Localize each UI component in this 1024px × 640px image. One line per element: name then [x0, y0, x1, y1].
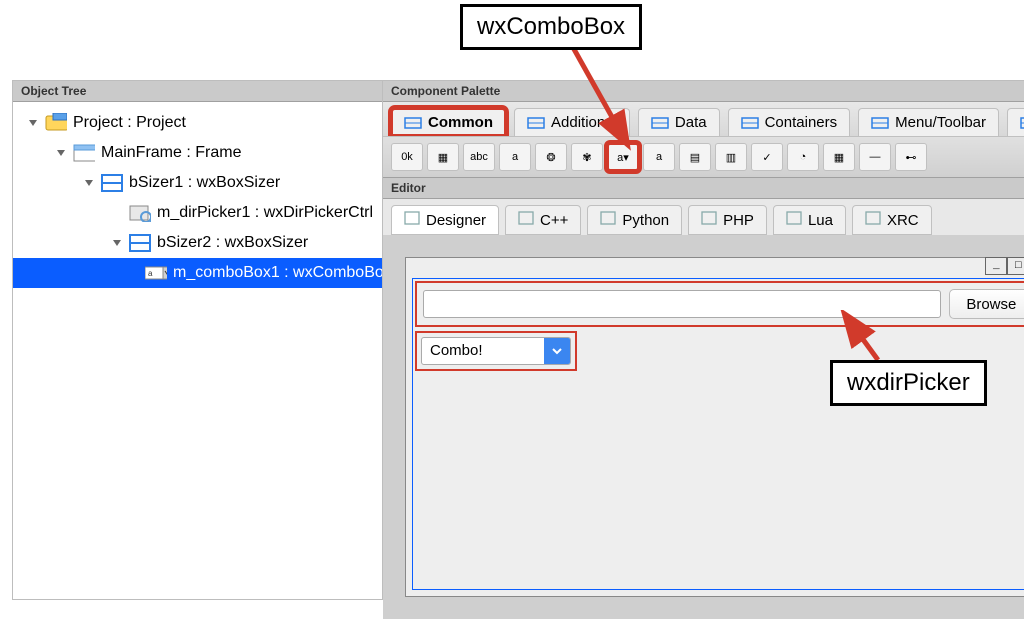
sizer-icon [129, 234, 151, 252]
palette-tab-label: Common [428, 114, 493, 131]
tree-item[interactable]: m_dirPicker1 : wxDirPickerCtrl [13, 198, 382, 228]
designer-canvas[interactable]: _ □ X Browse Combo! [383, 235, 1024, 619]
textbox-icon[interactable]: a [499, 143, 531, 171]
editor-tab[interactable]: PHP [688, 205, 767, 235]
palette-tab[interactable]: Menu/Toolbar [858, 108, 999, 136]
image-icon[interactable]: ▦ [427, 143, 459, 171]
mock-window: _ □ X Browse Combo! [405, 257, 1024, 597]
dirpicker-icon [129, 204, 151, 222]
editor-tab[interactable]: C++ [505, 205, 581, 235]
object-tree[interactable]: Project : Project MainFrame : Frame bSizer… [13, 102, 382, 599]
right-column: Component Palette CommonAdditionalDataCo… [383, 81, 1024, 599]
palette-tabs: CommonAdditionalDataContainersMenu/Toolb… [383, 102, 1024, 136]
palette-tab-icon [741, 116, 759, 130]
tree-item-label: m_comboBox1 : wxComboBox [173, 264, 382, 282]
editor-tabs: Designer C++ Python PHP Lua XRC [383, 199, 1024, 235]
palette-tab-label: Menu/Toolbar [895, 114, 986, 131]
palette-tools: 0k▦abca❂✾a▾a▤▥✓◔▦—⊷ [383, 136, 1024, 178]
label-abc-icon[interactable]: abc [463, 143, 495, 171]
editor-tab[interactable]: Designer [391, 205, 499, 235]
editor-tab-icon [701, 211, 717, 229]
annotation-arrow-icon [838, 310, 898, 366]
disclosure-triangle-icon[interactable] [83, 177, 95, 189]
tool-8[interactable]: a [643, 143, 675, 171]
dir-picker-ctrl[interactable]: Browse [415, 281, 1024, 327]
project-icon [45, 114, 67, 132]
editor-tab-label: C++ [540, 212, 568, 229]
tree-item-label: Project : Project [73, 114, 186, 132]
mock-window-body: Browse Combo! [412, 278, 1024, 590]
editor-tab-label: Python [622, 212, 669, 229]
editor-tab-label: XRC [887, 212, 919, 229]
object-tree-header: Object Tree [13, 81, 382, 102]
palette-tab[interactable]: Common [391, 108, 506, 136]
palette-tab[interactable]: Data [638, 108, 720, 136]
editor-panel: Designer C++ Python PHP Lua XRC _ □ X Browse [383, 199, 1024, 619]
editor-tab[interactable]: Lua [773, 205, 846, 235]
editor-header: Editor [383, 178, 1024, 199]
minimize-button[interactable]: _ [985, 257, 1007, 275]
tree-item-label: bSizer2 : wxBoxSizer [157, 234, 308, 252]
svg-text:a: a [148, 269, 153, 278]
editor-tab-label: Lua [808, 212, 833, 229]
palette-tab-icon [527, 116, 545, 130]
vsplit-icon[interactable]: ▥ [715, 143, 747, 171]
annotation-wxcombobox: wxComboBox [460, 4, 642, 50]
disclosure-triangle-icon[interactable] [111, 237, 123, 249]
tree-item[interactable]: bSizer1 : wxBoxSizer [13, 168, 382, 198]
tree-item-label: MainFrame : Frame [101, 144, 241, 162]
grid-icon[interactable]: ▦ [823, 143, 855, 171]
combo-icon: a [145, 264, 167, 282]
slider-icon[interactable]: ⊷ [895, 143, 927, 171]
disclosure-triangle-icon[interactable] [55, 147, 67, 159]
palette-tab-icon [1020, 116, 1024, 130]
palette-tab-icon [404, 116, 422, 130]
annotation-arrow-icon [560, 42, 640, 152]
combobox-ctrl[interactable]: Combo! [415, 331, 577, 371]
object-tree-panel: Object Tree Project : Project MainFrame :… [13, 81, 383, 599]
editor-tab[interactable]: XRC [852, 205, 932, 235]
palette-tab-label: Containers [765, 114, 838, 131]
frame-icon [73, 144, 95, 162]
tree-item-label: m_dirPicker1 : wxDirPickerCtrl [157, 204, 373, 222]
combobox-text[interactable]: Combo! [422, 338, 544, 364]
tree-item[interactable]: MainFrame : Frame [13, 138, 382, 168]
editor-tab-icon [404, 211, 420, 229]
annotation-wxdirpicker: wxdirPicker [830, 360, 987, 406]
editor-tab-label: Designer [426, 212, 486, 229]
browse-button[interactable]: Browse [949, 289, 1024, 319]
tree-item[interactable]: a m_comboBox1 : wxComboBox [13, 258, 382, 288]
palette-tab[interactable]: L [1007, 108, 1024, 136]
editor-tab-icon [600, 211, 616, 229]
disclosure-triangle-icon[interactable] [27, 117, 39, 129]
palette-tab[interactable]: Containers [728, 108, 851, 136]
hsplit-icon[interactable]: ▤ [679, 143, 711, 171]
tree-item[interactable]: bSizer2 : wxBoxSizer [13, 228, 382, 258]
tree-item[interactable]: Project : Project [13, 108, 382, 138]
annotation-label: wxdirPicker [830, 360, 987, 406]
editor-tab-icon [786, 211, 802, 229]
annotation-label: wxComboBox [460, 4, 642, 50]
disclosure-triangle-icon[interactable] [111, 207, 123, 219]
mock-window-controls: _ □ X [985, 257, 1024, 275]
sizer-icon [101, 174, 123, 192]
chevron-down-icon[interactable] [544, 338, 570, 364]
editor-tab-icon [865, 211, 881, 229]
maximize-button[interactable]: □ [1007, 257, 1024, 275]
button-ok-icon[interactable]: 0k [391, 143, 423, 171]
divider-icon[interactable]: — [859, 143, 891, 171]
component-palette: CommonAdditionalDataContainersMenu/Toolb… [383, 102, 1024, 178]
gauge-icon[interactable]: ◔ [787, 143, 819, 171]
tree-item-label: bSizer1 : wxBoxSizer [129, 174, 280, 192]
checkbox-icon[interactable]: ✓ [751, 143, 783, 171]
palette-tab-icon [651, 116, 669, 130]
combobox[interactable]: Combo! [421, 337, 571, 365]
palette-header: Component Palette [383, 81, 1024, 102]
editor-tab[interactable]: Python [587, 205, 682, 235]
palette-tab-label: Data [675, 114, 707, 131]
palette-tab-icon [871, 116, 889, 130]
editor-tab-label: PHP [723, 212, 754, 229]
editor-tab-icon [518, 211, 534, 229]
